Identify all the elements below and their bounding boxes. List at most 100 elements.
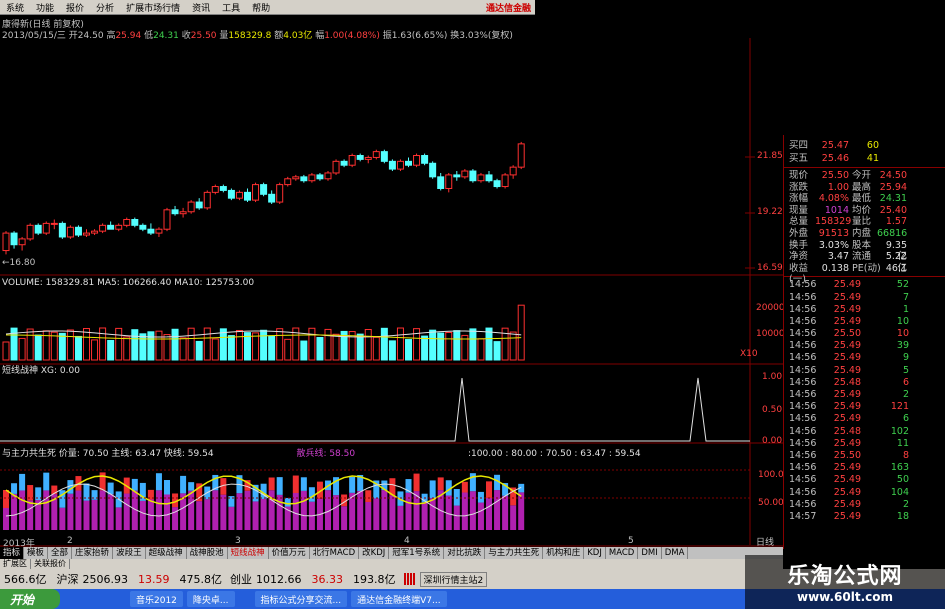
tick-list[interactable]: 14:56 25.49 52 14:56 25.49 7 14:56 25.49 1 14:56 2… (784, 279, 945, 523)
volume-bar (356, 333, 364, 361)
low-marker: ←16.80 (2, 258, 36, 268)
ind-bar-magenta (11, 493, 18, 530)
kline-chart[interactable] (0, 0, 783, 547)
tab-indicator[interactable]: 短线战神 (228, 547, 269, 559)
tab-indicator[interactable]: 价值万元 (269, 547, 310, 559)
tick-cell: 14:56 (789, 486, 817, 498)
tab-indicator[interactable]: MACD (606, 547, 639, 559)
ind-bar-magenta (236, 493, 243, 530)
task-label: 音乐2012 (136, 595, 177, 606)
stat-row: 涨跌 1.00 最高 25.94 (784, 182, 945, 194)
watermark-url: www.60lt.com (796, 590, 894, 604)
ext-tabs: 扩展区 关联报价 (0, 559, 783, 569)
tab-indicator[interactable]: 庄家抬轿 (72, 547, 114, 559)
tab-indicator[interactable]: 与主力共生死 (485, 547, 544, 559)
volume-series (2, 304, 525, 361)
volume-bar (139, 333, 147, 361)
tab-indicator[interactable]: 全部 (48, 547, 73, 559)
candle-body (58, 222, 66, 238)
status-server[interactable]: 深圳行情主站2 (419, 571, 488, 587)
tab-indicator[interactable]: 超级战神 (146, 547, 187, 559)
tick-cell: 14:56 (789, 279, 817, 291)
task-music[interactable]: 音乐2012 (130, 591, 183, 607)
volume-bar (445, 331, 453, 361)
candle-body (252, 184, 260, 201)
volume-bar (115, 327, 123, 361)
tab-indicator[interactable]: 冠军1号系统 (389, 547, 445, 559)
tab-indicator[interactable]: 北行MACD (310, 547, 360, 559)
candle-body (300, 176, 308, 182)
tick-cell: 25.49 (833, 401, 861, 413)
candle-body (308, 174, 316, 182)
tick-cell: 14:56 (789, 328, 817, 340)
tab-indicator[interactable]: 波段王 (113, 547, 146, 559)
tick-cell: 25.49 (833, 364, 861, 376)
tab-indicator[interactable]: KDJ (584, 547, 606, 559)
task-forum[interactable]: 指标公式分享交流... (254, 591, 348, 607)
volume-bar (284, 338, 292, 361)
tab-indicator[interactable]: DMI (638, 547, 662, 559)
tab-indicator[interactable]: 机构和庄 (543, 547, 585, 559)
watermark-cn: 乐淘公式网 (787, 563, 903, 589)
quote-panel: 买四 25.47 60 买五 25.46 41 现价 25.50 今开 24.50 涨跌… (783, 135, 945, 549)
ind-bar-magenta (429, 498, 436, 530)
divider (784, 167, 945, 168)
candle-body (477, 174, 485, 182)
status-amount-1: 566.6亿 (4, 573, 47, 586)
tick-cell: 1 (902, 303, 909, 315)
ind-bar-magenta (502, 495, 509, 530)
stat-row: 净资 3.47 流通 5.22亿 (784, 251, 945, 274)
tab-indicator[interactable]: DMA (662, 547, 689, 559)
tick-cell: 50 (896, 474, 909, 486)
tick-cell: 14:56 (789, 315, 817, 327)
tab-indicator[interactable]: 改KDJ (359, 547, 390, 559)
stat-cell: 46.1 (885, 262, 907, 274)
ind-bar-magenta (75, 490, 82, 530)
candle-body (50, 222, 58, 225)
tab-indicator[interactable]: 战神股池 (187, 547, 228, 559)
ind-bar-magenta (333, 495, 340, 530)
candle-body (147, 228, 155, 234)
bid-vol: 41 (866, 153, 879, 164)
tick-cell: 14:56 (789, 364, 817, 376)
ind-bar-magenta (276, 494, 283, 530)
volume-bar (260, 329, 268, 361)
ind-bar-magenta (357, 490, 364, 530)
tab-indicator[interactable]: 指标 (0, 547, 25, 559)
candle-body (99, 224, 107, 232)
candle-body (2, 232, 10, 252)
tick-cell: 25.49 (833, 389, 861, 401)
tick-cell: 25.49 (833, 498, 861, 510)
stat-cell: 股本 (852, 239, 872, 251)
short-tick-2: 0.50 (762, 405, 783, 415)
tab-indicator[interactable]: 模板 (24, 547, 49, 559)
tick-cell: 25.50 (833, 449, 861, 461)
volume-bar (509, 331, 517, 361)
tab-indicator[interactable]: 对比抗跌 (444, 547, 486, 559)
stat-cell: 净资 (789, 251, 809, 263)
tick-cell: 25.49 (833, 437, 861, 449)
tab-related-quote[interactable]: 关联报价 (31, 559, 70, 569)
candle-body (107, 224, 115, 230)
tick-row: 14:56 25.49 2 (784, 499, 945, 511)
ind-bar-magenta (397, 505, 404, 530)
stat-cell: 4.08% (818, 193, 849, 205)
tick-row: 14:56 25.48 6 (784, 377, 945, 389)
task-label: 降央卓... (192, 595, 229, 606)
volume-label: VOLUME: 158329.81 MA5: 106266.40 MA10: 1… (2, 278, 255, 288)
tick-row: 14:56 25.49 5 (784, 365, 945, 377)
tick-cell: 25.49 (833, 413, 861, 425)
volume-bar (107, 339, 115, 361)
task-tdx[interactable]: 通达信金融终端V7... (351, 591, 447, 607)
candle-body (364, 156, 372, 160)
volume-bar (26, 328, 34, 361)
task-song[interactable]: 降央卓... (186, 591, 235, 607)
volume-bar (268, 335, 276, 361)
volume-bar (74, 335, 82, 361)
ind-bar-top (486, 481, 492, 498)
ind-label-main: 与主力共生死 价量: 70.50 主线: 63.47 快线: 59.54 (2, 449, 214, 459)
tick-cell: 25.49 (833, 303, 861, 315)
candle-body (372, 151, 380, 158)
tab-ext-area[interactable]: 扩展区 (0, 559, 31, 569)
start-button[interactable]: 开始 (0, 589, 60, 609)
